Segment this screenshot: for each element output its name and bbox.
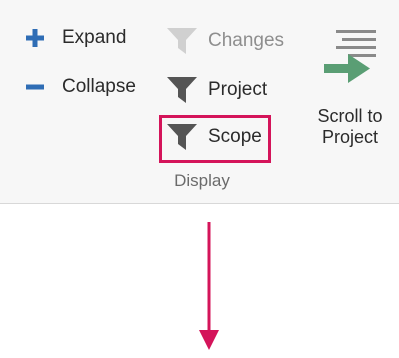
down-arrow-icon	[199, 222, 219, 350]
minus-icon	[22, 77, 48, 97]
display-group-label: Display	[174, 171, 230, 190]
collapse-label: Collapse	[62, 76, 136, 97]
funnel-icon	[166, 76, 208, 104]
scroll-to-project-button[interactable]: Scroll to Project	[304, 28, 396, 148]
scroll-label-line2: Project	[321, 127, 379, 147]
scroll-label-line1: Scroll to	[317, 106, 383, 126]
changes-label: Changes	[208, 30, 285, 51]
scope-filter-button[interactable]: Scope	[166, 123, 262, 151]
collapse-button[interactable]: Collapse	[22, 76, 136, 98]
changes-filter-button[interactable]: Changes	[166, 27, 284, 55]
funnel-icon	[166, 27, 208, 55]
ribbon-panel: Expand Collapse Changes Project Scope Di…	[0, 0, 399, 204]
scope-label: Scope	[208, 126, 262, 147]
project-filter-button[interactable]: Project	[166, 76, 267, 104]
arrow-right-lines-icon	[318, 28, 382, 92]
expand-button[interactable]: Expand	[22, 27, 126, 49]
expand-label: Expand	[62, 27, 127, 48]
plus-icon	[22, 28, 48, 48]
funnel-icon	[166, 123, 208, 151]
project-label: Project	[208, 79, 268, 100]
